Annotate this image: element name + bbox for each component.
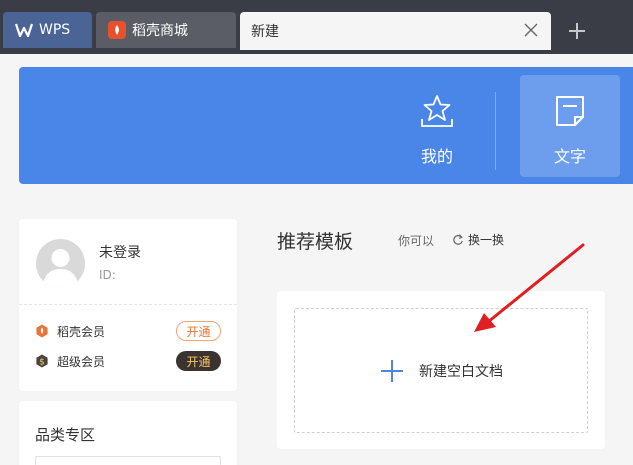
section-title: 推荐模板 xyxy=(277,231,354,253)
svg-text:$: $ xyxy=(39,358,45,368)
tab-new-label: 新建 xyxy=(251,24,279,40)
daoke-member-icon xyxy=(36,324,48,338)
avatar[interactable] xyxy=(36,239,85,288)
open-daoke-button[interactable]: 开通 xyxy=(176,321,221,341)
refresh-button[interactable]: 换一换 xyxy=(452,231,504,248)
super-member-icon: $ xyxy=(36,354,48,368)
member-label-super: 超级会员 xyxy=(57,354,106,369)
user-id: ID: xyxy=(99,268,116,282)
user-silhouette-icon xyxy=(42,249,79,288)
new-blank-document-button[interactable]: 新建空白文档 xyxy=(294,308,588,433)
star-icon xyxy=(421,95,453,127)
username[interactable]: 未登录 xyxy=(99,242,141,262)
refresh-icon xyxy=(453,233,463,245)
plus-icon xyxy=(381,359,403,382)
refresh-label: 换一换 xyxy=(468,233,505,247)
tab-daoke-store[interactable]: 稻壳商城 xyxy=(96,12,236,48)
open-super-button[interactable]: 开通 xyxy=(176,351,221,371)
banner-mine-button[interactable]: 我的 xyxy=(387,75,487,177)
category-card: 品类专区 xyxy=(19,401,237,465)
member-row-daoke: 稻壳会员 xyxy=(35,320,105,342)
banner-doc-button[interactable]: 文字 xyxy=(520,75,620,177)
tab-new[interactable]: 新建 xyxy=(240,12,551,50)
hint-text: 你可以 xyxy=(398,234,435,248)
member-row-super: $ 超级会员 xyxy=(35,350,105,372)
category-title: 品类专区 xyxy=(35,426,96,444)
document-icon xyxy=(556,96,584,126)
add-tab-icon[interactable] xyxy=(566,20,588,42)
tab-wps[interactable]: WPS xyxy=(3,12,92,48)
banner-divider xyxy=(495,92,496,170)
new-blank-document-label: 新建空白文档 xyxy=(419,363,503,380)
banner-doc-label: 文字 xyxy=(553,147,586,166)
member-label-daoke: 稻壳会员 xyxy=(57,324,106,339)
banner-mine-label: 我的 xyxy=(420,147,453,166)
tab-bar: WPS 稻壳商城 新建 xyxy=(0,0,633,54)
close-icon[interactable] xyxy=(523,22,539,38)
daoke-logo-icon xyxy=(108,21,126,39)
user-card: 未登录 ID: 稻壳会员 开通 $ 超级会员 开通 xyxy=(19,219,237,391)
template-card: 新建空白文档 xyxy=(277,291,605,449)
category-box[interactable] xyxy=(35,456,221,465)
top-banner: 我的 文字 xyxy=(19,67,633,184)
tab-daoke-label: 稻壳商城 xyxy=(132,23,188,39)
tab-wps-label: WPS xyxy=(39,22,71,38)
card-divider xyxy=(19,304,237,305)
wps-logo-icon xyxy=(15,23,33,37)
